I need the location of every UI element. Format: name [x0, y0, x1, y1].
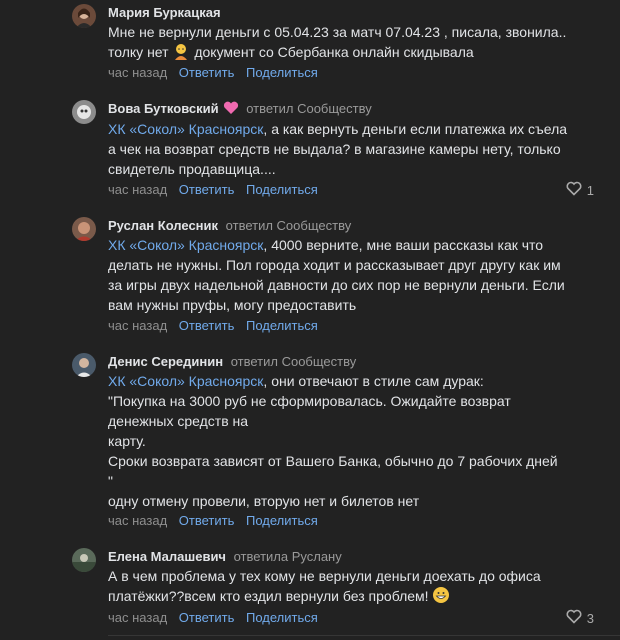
replied-to[interactable]: ответил Сообществу [231, 354, 357, 369]
comment-text: ХК «Сокол» Красноярск, а как вернуть ден… [108, 119, 598, 179]
share-button[interactable]: Поделиться [246, 182, 318, 197]
comment-header: Елена Малашевич ответила Руслану [108, 549, 342, 565]
text-line: свидетель продавщица.... [108, 161, 276, 177]
text-line: " [108, 473, 113, 489]
heart-icon [566, 181, 582, 200]
timestamp[interactable]: час назад [108, 513, 167, 528]
comment-header: Вова Бутковский ответил Сообществу [108, 101, 372, 119]
text-line: платёжки??всем кто ездил вернули без про… [108, 586, 598, 606]
reply-button[interactable]: Ответить [179, 610, 235, 625]
comment-text: ХК «Сокол» Красноярск, они отвечают в ст… [108, 371, 598, 511]
comment-text: ХК «Сокол» Красноярск, 4000 верните, мне… [108, 235, 598, 315]
timestamp[interactable]: час назад [108, 65, 167, 80]
reply-button[interactable]: Ответить [179, 318, 235, 333]
avatar[interactable] [72, 217, 96, 241]
emoji-person-icon [172, 42, 190, 65]
avatar[interactable] [72, 100, 96, 124]
like-count: 3 [586, 610, 594, 626]
comment-text: А в чем проблема у тех кому не вернули д… [108, 566, 598, 606]
avatar[interactable] [72, 548, 96, 572]
text-line: карту. [108, 433, 146, 449]
comment-actions: час назад Ответить Поделиться [108, 65, 318, 81]
author-name[interactable]: Вова Бутковский [108, 101, 219, 116]
timestamp[interactable]: час назад [108, 182, 167, 197]
divider [108, 635, 620, 636]
text-line: делать не нужны. Пол города ходит и расс… [108, 257, 561, 273]
heart-icon [566, 609, 582, 628]
text-line: ХК «Сокол» Красноярск, они отвечают в ст… [108, 373, 484, 389]
comment-header: Мария Буркацкая [108, 5, 221, 21]
text-line: толку нет документ со Сбербанка онлайн с… [108, 42, 598, 62]
replied-to[interactable]: ответил Сообществу [246, 101, 372, 116]
share-button[interactable]: Поделиться [246, 610, 318, 625]
text-line: Мне не вернули деньги с 05.04.23 за матч… [108, 24, 567, 40]
text-line: денежных средств на [108, 413, 249, 429]
text-line: за игры двух надельной давности до сих п… [108, 277, 565, 293]
comment-actions: час назад Ответить Поделиться [108, 182, 318, 198]
text-line: А в чем проблема у тех кому не вернули д… [108, 568, 541, 584]
like-button[interactable]: 3 [566, 609, 594, 628]
text-line: одну отмену провели, вторую нет и билето… [108, 493, 420, 509]
timestamp[interactable]: час назад [108, 610, 167, 625]
comment-actions: час назад Ответить Поделиться [108, 513, 318, 529]
replied-to[interactable]: ответил Сообществу [226, 218, 352, 233]
like-button[interactable]: 1 [566, 181, 594, 200]
text-line: "Покупка на 3000 руб не сформировалась. … [108, 393, 511, 409]
text-line: Сроки возврата зависят от Вашего Банка, … [108, 453, 558, 469]
timestamp[interactable]: час назад [108, 318, 167, 333]
comment-actions: час назад Ответить Поделиться [108, 610, 318, 626]
comment-header: Денис Серединин ответил Сообществу [108, 354, 356, 370]
author-name[interactable]: Елена Малашевич [108, 549, 226, 564]
text-line: а чек на возврат средств не выдала? в ма… [108, 141, 561, 157]
share-button[interactable]: Поделиться [246, 513, 318, 528]
mention-link[interactable]: ХК «Сокол» Красноярск [108, 121, 263, 137]
mention-link[interactable]: ХК «Сокол» Красноярск [108, 373, 263, 389]
grinning-face-icon [432, 586, 450, 609]
reply-button[interactable]: Ответить [179, 65, 235, 80]
avatar[interactable] [72, 353, 96, 377]
pink-heart-icon [223, 101, 239, 119]
author-name[interactable]: Руслан Колесник [108, 218, 218, 233]
comment-header: Руслан Колесник ответил Сообществу [108, 218, 351, 234]
comment-actions: час назад Ответить Поделиться [108, 318, 318, 334]
replied-to[interactable]: ответила Руслану [234, 549, 342, 564]
share-button[interactable]: Поделиться [246, 65, 318, 80]
share-button[interactable]: Поделиться [246, 318, 318, 333]
comment-text: Мне не вернули деньги с 05.04.23 за матч… [108, 22, 598, 62]
text-line: ХК «Сокол» Красноярск, а как вернуть ден… [108, 121, 568, 137]
mention-link[interactable]: ХК «Сокол» Красноярск [108, 237, 263, 253]
author-name[interactable]: Мария Буркацкая [108, 5, 221, 20]
avatar[interactable] [72, 4, 96, 28]
like-count: 1 [586, 182, 594, 198]
text-line: ХК «Сокол» Красноярск, 4000 верните, мне… [108, 237, 544, 253]
author-name[interactable]: Денис Серединин [108, 354, 223, 369]
reply-button[interactable]: Ответить [179, 182, 235, 197]
text-line: вам нужны пруфы, могу предоставить [108, 297, 357, 313]
reply-button[interactable]: Ответить [179, 513, 235, 528]
